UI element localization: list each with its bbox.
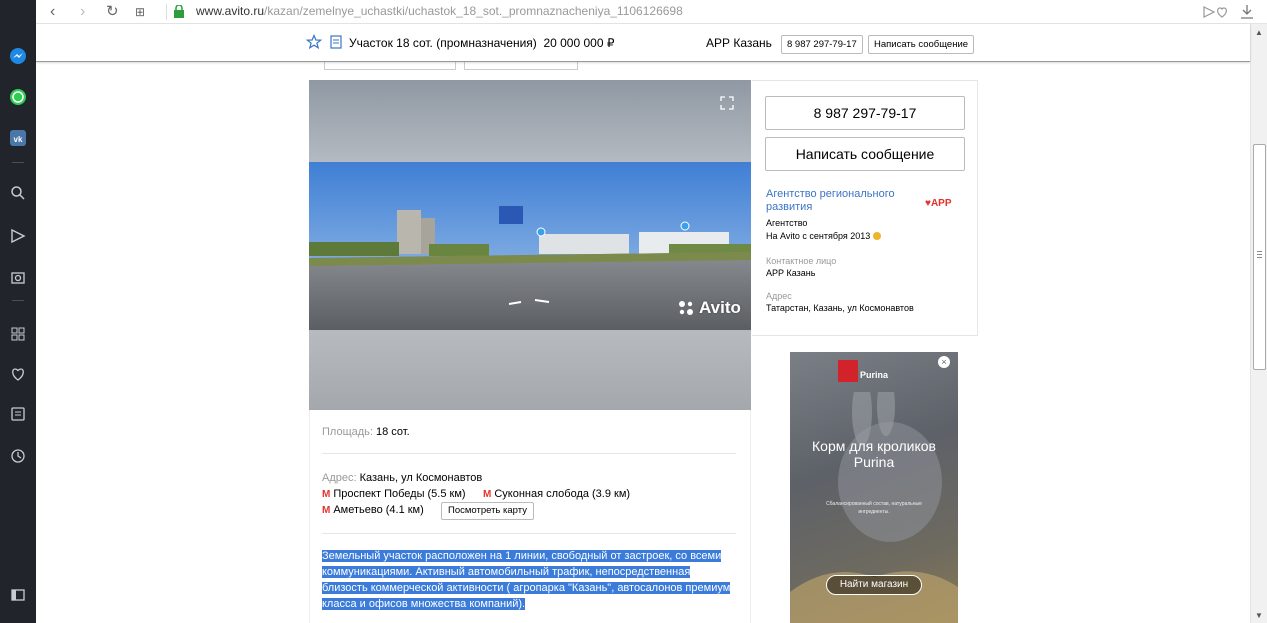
svg-text:vk: vk: [14, 135, 23, 144]
photo-letterbox-top: [309, 80, 751, 162]
browser-sidebar: vk: [0, 0, 36, 623]
listing-description: Земельный участок расположен на 1 линии,…: [322, 550, 731, 610]
browser-toolbar: ‹ › ↻ ⊞ www.avito.ru/kazan/zemelnye_ucha…: [0, 0, 1267, 24]
divider: [322, 453, 736, 454]
camera-icon[interactable]: [6, 265, 30, 289]
agency-link[interactable]: Агентство регионального развития: [766, 188, 906, 214]
sidebar-toggle-icon[interactable]: [6, 583, 30, 607]
reload-icon[interactable]: ↻: [106, 2, 119, 22]
ad-close-icon[interactable]: ×: [938, 356, 950, 368]
sticky-phone-button[interactable]: 8 987 297-79-17: [781, 35, 863, 54]
ad-headline: Корм для кроликов Purina: [812, 438, 936, 470]
metro-station: М Суконная слобода (3.9 км): [483, 488, 631, 500]
scroll-thumb[interactable]: [1253, 144, 1266, 370]
seller-address-label: Адрес: [766, 291, 792, 301]
sticky-message-button[interactable]: Написать сообщение: [868, 35, 975, 54]
heart-icon[interactable]: [6, 362, 30, 386]
divider: [322, 533, 736, 534]
metro-icon: М: [322, 504, 331, 516]
sidebar-divider: [12, 300, 24, 301]
send-heart-icon[interactable]: [1203, 5, 1229, 19]
metro-station: М Аметьево (4.1 км): [322, 504, 424, 516]
agency-logo[interactable]: ♥APP: [925, 198, 952, 209]
seller-name: АРР Казань: [706, 36, 772, 50]
member-since: На Avito с сентября 2013: [766, 231, 882, 242]
lock-icon[interactable]: [173, 5, 185, 18]
address-value: Казань, ул Космонавтов: [359, 472, 483, 484]
area-label: Площадь:: [322, 426, 373, 438]
url-separator: [166, 4, 167, 20]
send-icon[interactable]: [6, 224, 30, 248]
write-message-button[interactable]: Написать сообщение: [765, 137, 965, 171]
history-icon[interactable]: [6, 444, 30, 468]
favorite-star-icon[interactable]: [306, 34, 322, 50]
ad-fineprint: Сбалансированный состав, натуральные инг…: [826, 501, 922, 515]
speed-dial-grid-icon[interactable]: [6, 322, 30, 346]
seller-address-value: Татарстан, Казань, ул Космонавтов: [766, 303, 914, 313]
metro-icon: М: [322, 488, 331, 500]
metro-icon: М: [483, 488, 492, 500]
whatsapp-icon[interactable]: [6, 85, 30, 109]
vk-icon[interactable]: vk: [6, 126, 30, 150]
sidebar-divider: [12, 162, 24, 163]
speed-dial-icon[interactable]: ⊞: [135, 2, 145, 22]
page-scrollbar[interactable]: ▲ ▼: [1250, 24, 1267, 623]
area-value: 18 сот.: [376, 426, 410, 438]
address-label: Адрес:: [322, 472, 357, 484]
filter-select[interactable]: [324, 62, 456, 70]
avito-watermark: Avito: [677, 298, 741, 318]
metro-station: М Проспект Победы (5.5 км): [322, 488, 466, 500]
show-phone-button[interactable]: 8 987 297-79-17: [765, 96, 965, 130]
listing-price: 20 000 000 ₽: [543, 36, 615, 50]
area-row: Площадь: 18 сот.: [322, 426, 410, 438]
sticky-header: Участок 18 сот. (промназначения) 20 000 …: [36, 24, 1250, 62]
download-icon[interactable]: [1240, 4, 1254, 20]
purina-logo-icon: [838, 360, 858, 382]
address-row: Адрес: Казань, ул Космонавтов: [322, 472, 482, 484]
ad-brand: Purina: [860, 370, 889, 380]
filter-select[interactable]: [464, 62, 578, 70]
show-map-button[interactable]: Посмотреть карту: [441, 502, 534, 520]
avito-logo-icon: [679, 301, 693, 315]
search-icon[interactable]: [6, 181, 30, 205]
contact-label: Контактное лицо: [766, 256, 837, 266]
purina-ad-banner[interactable]: × Purina Корм для кроликов Purina Сбалан…: [790, 352, 958, 623]
agency-type: Агентство: [766, 218, 808, 228]
back-icon[interactable]: ‹: [50, 2, 55, 22]
medal-icon: [873, 232, 882, 240]
contact-value: АРР Казань: [766, 268, 816, 278]
scroll-down-icon[interactable]: ▼: [1251, 609, 1267, 623]
listing-title: Участок 18 сот. (промназначения) 20 000 …: [349, 36, 615, 50]
fullscreen-icon[interactable]: [720, 96, 734, 110]
news-icon[interactable]: [6, 402, 30, 426]
forward-icon[interactable]: ›: [80, 2, 85, 22]
listing-photo[interactable]: Avito: [309, 80, 751, 410]
photo-letterbox-bottom: [309, 330, 751, 410]
url-domain: www.avito.ru: [196, 4, 265, 18]
note-icon[interactable]: [330, 35, 342, 49]
find-store-button[interactable]: Найти магазин: [826, 575, 922, 595]
url-path: /kazan/zemelnye_uchastki/uchastok_18_sot…: [264, 4, 683, 18]
address-bar[interactable]: www.avito.ru/kazan/zemelnye_uchastki/uch…: [196, 4, 683, 18]
scroll-up-icon[interactable]: ▲: [1251, 26, 1267, 40]
messenger-icon[interactable]: [6, 44, 30, 68]
